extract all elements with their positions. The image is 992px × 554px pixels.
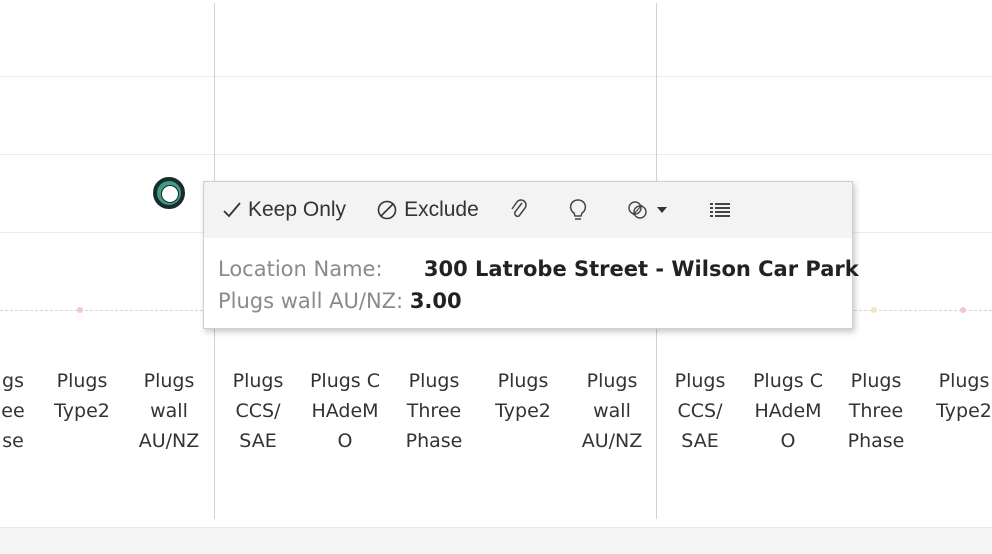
- field-value: 3.00: [409, 289, 462, 313]
- column-header[interactable]: Plugs Three Phase: [834, 366, 918, 456]
- keep-only-button[interactable]: Keep Only: [222, 198, 346, 222]
- keep-only-label: Keep Only: [248, 198, 347, 221]
- baseline-dot[interactable]: [871, 307, 877, 313]
- baseline-dot[interactable]: [960, 307, 966, 313]
- gridline: [0, 154, 992, 155]
- field-label: Plugs wall AU/NZ:: [218, 289, 404, 313]
- column-header[interactable]: Plugs wall AU/NZ: [127, 366, 211, 456]
- column-header[interactable]: Plugs C HAdeM O: [303, 366, 387, 456]
- selected-data-mark[interactable]: [153, 177, 185, 209]
- bottom-scroll-band: [0, 527, 992, 554]
- baseline-dot[interactable]: [77, 307, 83, 313]
- exclude-button[interactable]: Exclude: [376, 198, 479, 222]
- exclude-icon: [377, 200, 397, 220]
- checkmark-icon: [223, 202, 241, 218]
- field-value: 300 Latrobe Street - Wilson Car Park: [423, 257, 859, 281]
- gridline: [0, 76, 992, 77]
- view-data-button[interactable]: [709, 201, 731, 219]
- column-header[interactable]: Plugs Type2: [922, 366, 992, 426]
- column-header[interactable]: Plugs C HAdeM O: [746, 366, 830, 456]
- column-header[interactable]: Plugs Type2: [40, 366, 124, 426]
- tooltip-field-plugs-wall: Plugs wall AU/NZ: 3.00: [218, 285, 859, 317]
- lightbulb-icon: [569, 199, 586, 220]
- column-header[interactable]: Plugs CCS/ SAE: [658, 366, 742, 456]
- column-header[interactable]: Plugs Type2: [481, 366, 565, 426]
- tooltip-field-location: Location Name: 300 Latrobe Street - Wils…: [218, 253, 859, 285]
- column-header[interactable]: Plugs wall AU/NZ: [570, 366, 654, 456]
- column-header-row: gs ee se Plugs Type2 Plugs wall AU/NZ Pl…: [0, 358, 992, 520]
- column-header[interactable]: Plugs Three Phase: [392, 366, 476, 456]
- view-data-icon: [709, 203, 730, 217]
- group-members-button[interactable]: [627, 199, 669, 221]
- column-header[interactable]: Plugs CCS/ SAE: [216, 366, 300, 456]
- tooltip-toolbar: Keep Only Exclude: [204, 182, 852, 238]
- mark-tooltip: Keep Only Exclude Location Name: 300 Lat…: [203, 181, 859, 329]
- lightbulb-button[interactable]: [569, 198, 587, 222]
- paperclip-button[interactable]: [509, 199, 529, 221]
- chevron-down-icon: [656, 207, 667, 213]
- group-members-icon: [628, 201, 647, 219]
- tooltip-body: Location Name: 300 Latrobe Street - Wils…: [218, 253, 859, 317]
- exclude-label: Exclude: [404, 198, 479, 221]
- field-label: Location Name:: [218, 257, 383, 281]
- paperclip-icon: [511, 199, 527, 218]
